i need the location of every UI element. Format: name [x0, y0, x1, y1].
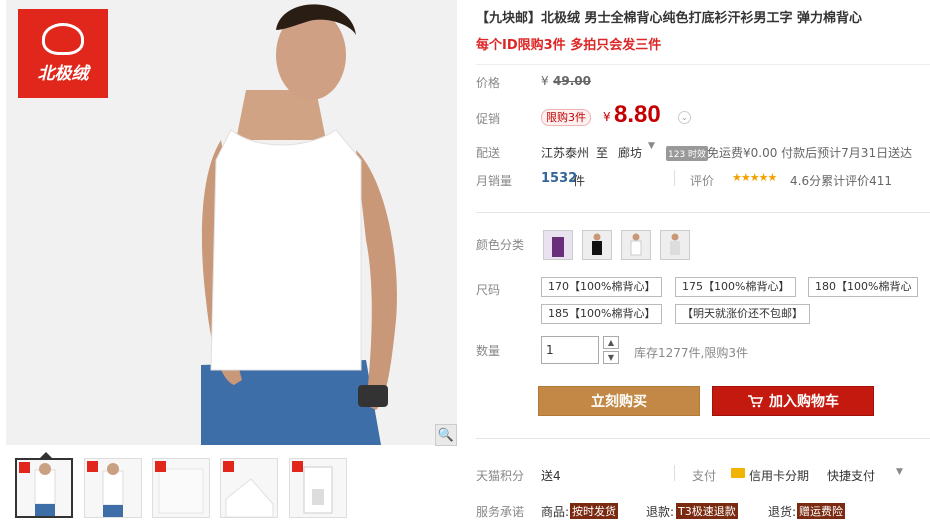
credit-installment[interactable]: 信用卡分期 [749, 467, 809, 484]
service-divider [674, 465, 675, 481]
size-option-185[interactable]: 185【100%棉背心】 [541, 304, 663, 324]
size-option-175[interactable]: 175【100%棉背心】 [675, 277, 797, 297]
promise-return-label: 退货: [768, 505, 797, 519]
color-label: 颜色分类 [476, 238, 525, 252]
price-label: 价格 [476, 76, 501, 90]
delivery-label: 配送 [476, 146, 501, 160]
currency-symbol: ¥ [541, 74, 549, 88]
rating-label: 评价 [690, 174, 715, 188]
thumbnail-1[interactable] [15, 458, 73, 518]
credit-card-icon [731, 468, 745, 478]
payment-label: 支付 [692, 469, 717, 483]
points-label: 天猫积分 [476, 469, 525, 483]
rating-summary[interactable]: 4.6分累计评价411 [790, 172, 892, 189]
promise-refund-label: 退款: [646, 505, 675, 519]
promise-refund-tag[interactable]: T3极速退款 [676, 503, 738, 519]
size-option-170[interactable]: 170【100%棉背心】 [541, 277, 663, 297]
sales-divider [674, 170, 675, 186]
monthly-sales-label: 月销量 [476, 174, 513, 188]
thumb-logo-icon [155, 461, 166, 472]
promise-on-time-tag[interactable]: 按时发货 [570, 503, 618, 519]
delivery-speed-badge: 123 时效 [666, 146, 709, 161]
swatch-image [544, 231, 572, 259]
sale-currency-symbol: ¥ [603, 110, 611, 124]
buy-now-label: 立刻购买 [591, 394, 647, 410]
promise-return-tag[interactable]: 赠运费险 [797, 503, 845, 519]
thumb-logo-icon [292, 461, 303, 472]
thumbnail-5[interactable] [289, 458, 347, 518]
thumb-logo-icon [87, 461, 98, 472]
divider [476, 438, 930, 439]
swatch-image [622, 231, 650, 259]
swatch-image [583, 231, 611, 259]
limit-badge: 限购3件 [541, 109, 591, 126]
product-title: 【九块邮】北极绒 男士全棉背心纯色打底衫汗衫男工字 弹力棉背心 [476, 11, 863, 26]
color-swatch-white[interactable] [621, 230, 651, 260]
zoom-icon[interactable]: 🔍 [435, 424, 457, 446]
divider [476, 212, 930, 213]
thumbnail-2[interactable] [84, 458, 142, 518]
thumbnail-4[interactable] [220, 458, 278, 518]
quantity-increase-icon[interactable]: ▲ [603, 336, 619, 349]
add-to-cart-label: 加入购物车 [769, 394, 839, 410]
rating-stars-icon: ★★★★★ [732, 171, 777, 184]
delivery-info: 免运费¥0.00 付款后预计7月31日送达 [707, 146, 913, 160]
promo-label: 促销 [476, 112, 501, 126]
size-label: 尺码 [476, 283, 501, 297]
brand-swirl-icon [42, 23, 84, 55]
size-option-price-notice[interactable]: 【明天就涨价还不包邮】 [675, 304, 810, 324]
ship-to-city[interactable]: 廊坊 [618, 144, 642, 161]
color-swatch-grey[interactable] [660, 230, 690, 260]
add-to-cart-button[interactable]: 加入购物车 [712, 386, 874, 416]
quantity-input[interactable]: 1 [541, 336, 599, 364]
promise-goods-label: 商品: [541, 505, 570, 519]
points-value: 送4 [541, 469, 561, 483]
original-price: 49.00 [553, 74, 591, 88]
ship-to-word: 至 [596, 146, 609, 160]
promo-chevron-down-icon[interactable]: ⌄ [678, 111, 691, 124]
cart-icon [748, 395, 763, 408]
size-option-180[interactable]: 180【100%棉背心 [808, 277, 919, 297]
quick-pay[interactable]: 快捷支付 [827, 467, 875, 484]
payment-dropdown-icon[interactable]: ▼ [896, 467, 903, 477]
buy-now-button[interactable]: 立刻购买 [538, 386, 700, 416]
brand-logo-text: 北极绒 [37, 64, 89, 84]
color-swatch-purple[interactable] [543, 230, 573, 260]
thumb-logo-icon [223, 461, 234, 472]
monthly-sales-count: 1532 [541, 171, 578, 186]
product-subtitle: 每个ID限购3件 多拍只会发三件 [476, 38, 662, 53]
monthly-sales-unit: 件 [573, 174, 586, 188]
thumbnail-3[interactable] [152, 458, 210, 518]
thumb-logo-icon [19, 462, 30, 473]
city-dropdown-icon[interactable]: ▼ [648, 141, 655, 151]
service-promise-label: 服务承诺 [476, 505, 525, 519]
quantity-label: 数量 [476, 344, 501, 358]
color-swatch-black[interactable] [582, 230, 612, 260]
ship-from: 江苏泰州 [541, 146, 590, 160]
quantity-decrease-icon[interactable]: ▼ [603, 351, 619, 364]
brand-logo[interactable]: 北极绒 [18, 9, 108, 98]
stock-info: 库存1277件,限购3件 [634, 346, 748, 360]
sale-price: 8.80 [614, 101, 661, 128]
swatch-image [661, 231, 689, 259]
